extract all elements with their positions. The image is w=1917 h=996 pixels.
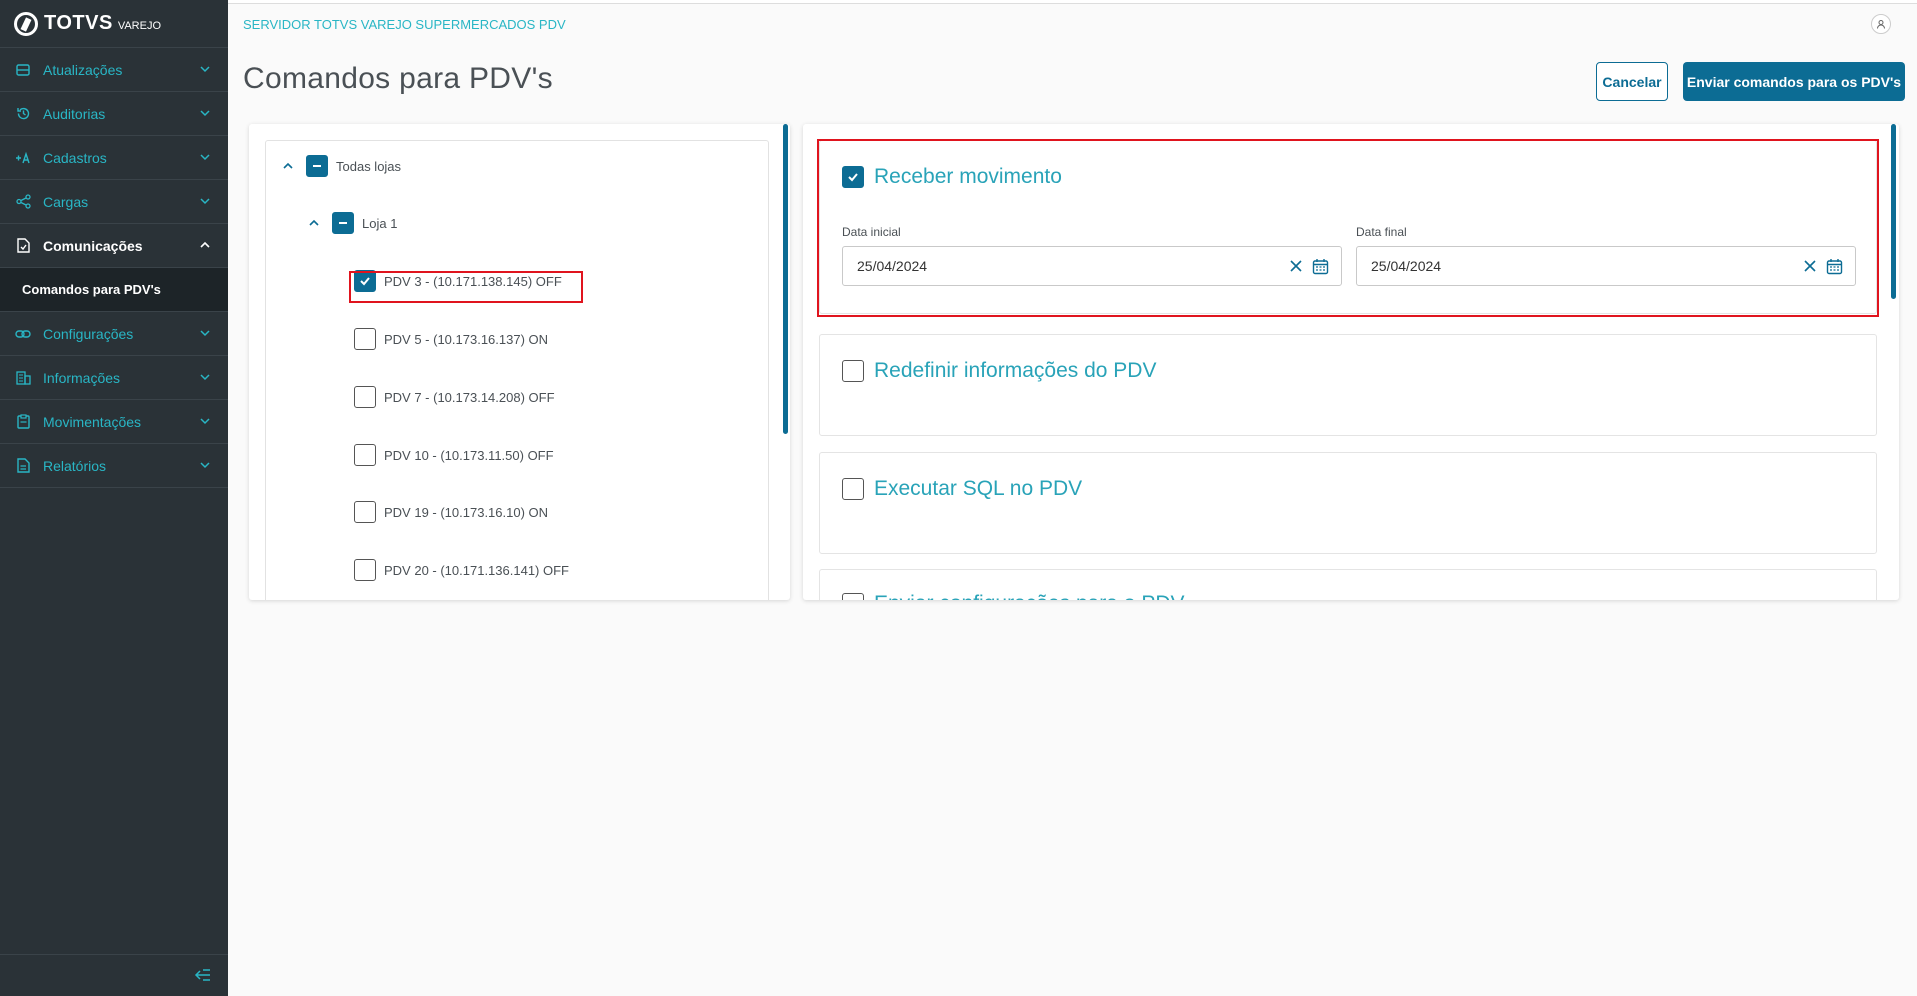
tree-label: Loja 1 <box>362 215 398 231</box>
sidebar-item-auditorias[interactable]: Auditorias <box>0 92 228 136</box>
history-icon <box>15 106 31 122</box>
link-icon <box>15 326 31 342</box>
commands-scrollbar[interactable] <box>1891 124 1896 299</box>
sidebar-item-label: Informações <box>43 369 121 386</box>
sidebar-item-label: Cadastros <box>43 149 107 166</box>
chevron-up-icon[interactable] <box>282 160 294 172</box>
add-user-icon <box>15 150 31 166</box>
command-card-redefinir: Redefinir informações do PDV <box>819 334 1877 436</box>
document-icon <box>15 238 31 254</box>
send-commands-button[interactable]: Enviar comandos para os PDV's <box>1683 62 1905 101</box>
executar-sql-checkbox[interactable] <box>842 478 864 500</box>
tree-node-pdv[interactable]: PDV 7 - (10.173.14.208) OFF <box>354 386 555 408</box>
sidebar-item-atualizacoes[interactable]: Atualizações <box>0 48 228 92</box>
command-title: Executar SQL no PDV <box>874 477 1083 500</box>
sidebar-item-cadastros[interactable]: Cadastros <box>0 136 228 180</box>
chevron-down-icon <box>200 198 210 205</box>
pdv-label: PDV 7 - (10.173.14.208) OFF <box>384 389 555 405</box>
server-icon <box>15 62 31 78</box>
tree-node-store: Loja 1 <box>308 212 397 234</box>
chevron-up-icon[interactable] <box>308 217 320 229</box>
user-avatar-icon[interactable] <box>1871 14 1891 34</box>
brand-sub: VAREJO <box>117 19 162 32</box>
command-title: Enviar configurações para o PDV <box>874 592 1185 600</box>
pdv-checkbox[interactable] <box>354 328 376 350</box>
top-bar <box>228 0 1917 4</box>
sidebar-item-comunicacoes[interactable]: Comunicações <box>0 224 228 268</box>
sidebar-item-label: Comunicações <box>43 237 143 254</box>
sidebar-item-label: Auditorias <box>43 105 106 122</box>
brand-name: TOTVS <box>44 12 113 34</box>
chevron-down-icon <box>200 462 210 469</box>
command-card-executar-sql: Executar SQL no PDV <box>819 452 1877 554</box>
breadcrumb[interactable]: SERVIDOR TOTVS VAREJO SUPERMERCADOS PDV <box>243 17 566 32</box>
pdv-label: PDV 10 - (10.173.11.50) OFF <box>384 447 554 463</box>
chevron-down-icon <box>200 374 210 381</box>
sidebar-item-cargas[interactable]: Cargas <box>0 180 228 224</box>
cancel-button[interactable]: Cancelar <box>1596 62 1668 101</box>
command-header: Executar SQL no PDV <box>842 477 1082 501</box>
sidebar-item-label: Movimentações <box>43 413 142 430</box>
page-title: Comandos para PDV's <box>243 62 553 95</box>
sidebar-item-informacoes[interactable]: Informações <box>0 356 228 400</box>
store-checkbox[interactable] <box>332 212 354 234</box>
pdv-checkbox[interactable] <box>354 559 376 581</box>
enviar-config-checkbox[interactable] <box>842 593 864 600</box>
pdv-label: PDV 20 - (10.171.136.141) OFF <box>384 562 569 578</box>
pdv-label: PDV 5 - (10.173.16.137) ON <box>384 331 549 347</box>
tree-node-all-stores: Todas lojas <box>282 155 401 177</box>
sidebar-collapse-button[interactable] <box>0 954 228 996</box>
highlight-box <box>817 139 1879 317</box>
sidebar: TOTVS VAREJO Atualizações Auditorias Cad… <box>0 0 228 996</box>
command-title: Redefinir informações do PDV <box>874 359 1157 382</box>
clipboard-icon <box>15 414 31 430</box>
sidebar-item-relatorios[interactable]: Relatórios <box>0 444 228 488</box>
pdv-checkbox[interactable] <box>354 386 376 408</box>
totvs-logo-icon <box>14 11 38 36</box>
collapse-menu-icon <box>194 969 210 981</box>
sidebar-item-label: Configurações <box>43 325 134 342</box>
redefinir-checkbox[interactable] <box>842 360 864 382</box>
chevron-down-icon <box>200 418 210 425</box>
sidebar-item-configuracoes[interactable]: Configurações <box>0 312 228 356</box>
command-card-enviar-config: Enviar configurações para o PDV <box>819 569 1877 600</box>
pdv-label: PDV 19 - (10.173.16.10) ON <box>384 504 549 520</box>
sidebar-item-label: Relatórios <box>43 457 107 474</box>
chevron-down-icon <box>200 154 210 161</box>
tree-scrollbar[interactable] <box>783 124 788 434</box>
sidebar-item-label: Atualizações <box>43 61 123 78</box>
command-header: Enviar configurações para o PDV <box>842 592 1185 600</box>
pdv-tree: Todas lojas Loja 1 PDV 3 - (10.171.138.1… <box>265 140 769 600</box>
pdv-checkbox[interactable] <box>354 444 376 466</box>
sidebar-item-label: Cargas <box>43 193 89 210</box>
tree-label: Todas lojas <box>336 158 402 174</box>
pdv-checkbox[interactable] <box>354 501 376 523</box>
share-icon <box>15 194 31 210</box>
tree-node-pdv[interactable]: PDV 5 - (10.173.16.137) ON <box>354 328 548 350</box>
chevron-down-icon <box>200 66 210 73</box>
report-icon <box>15 458 31 474</box>
all-stores-checkbox[interactable] <box>306 155 328 177</box>
chevron-up-icon <box>200 241 210 248</box>
chevron-down-icon <box>200 330 210 337</box>
highlight-box <box>349 271 583 303</box>
building-icon <box>15 370 31 386</box>
sidebar-subitem-comandos-pdv[interactable]: Comandos para PDV's <box>0 268 228 312</box>
pdv-tree-panel: Todas lojas Loja 1 PDV 3 - (10.171.138.1… <box>249 124 790 600</box>
command-header: Redefinir informações do PDV <box>842 359 1156 383</box>
brand-logo: TOTVS VAREJO <box>0 0 228 48</box>
tree-node-pdv[interactable]: PDV 10 - (10.173.11.50) OFF <box>354 444 554 466</box>
chevron-down-icon <box>200 110 210 117</box>
tree-node-pdv[interactable]: PDV 20 - (10.171.136.141) OFF <box>354 559 569 581</box>
sidebar-item-movimentacoes[interactable]: Movimentações <box>0 400 228 444</box>
tree-node-pdv[interactable]: PDV 19 - (10.173.16.10) ON <box>354 501 548 523</box>
